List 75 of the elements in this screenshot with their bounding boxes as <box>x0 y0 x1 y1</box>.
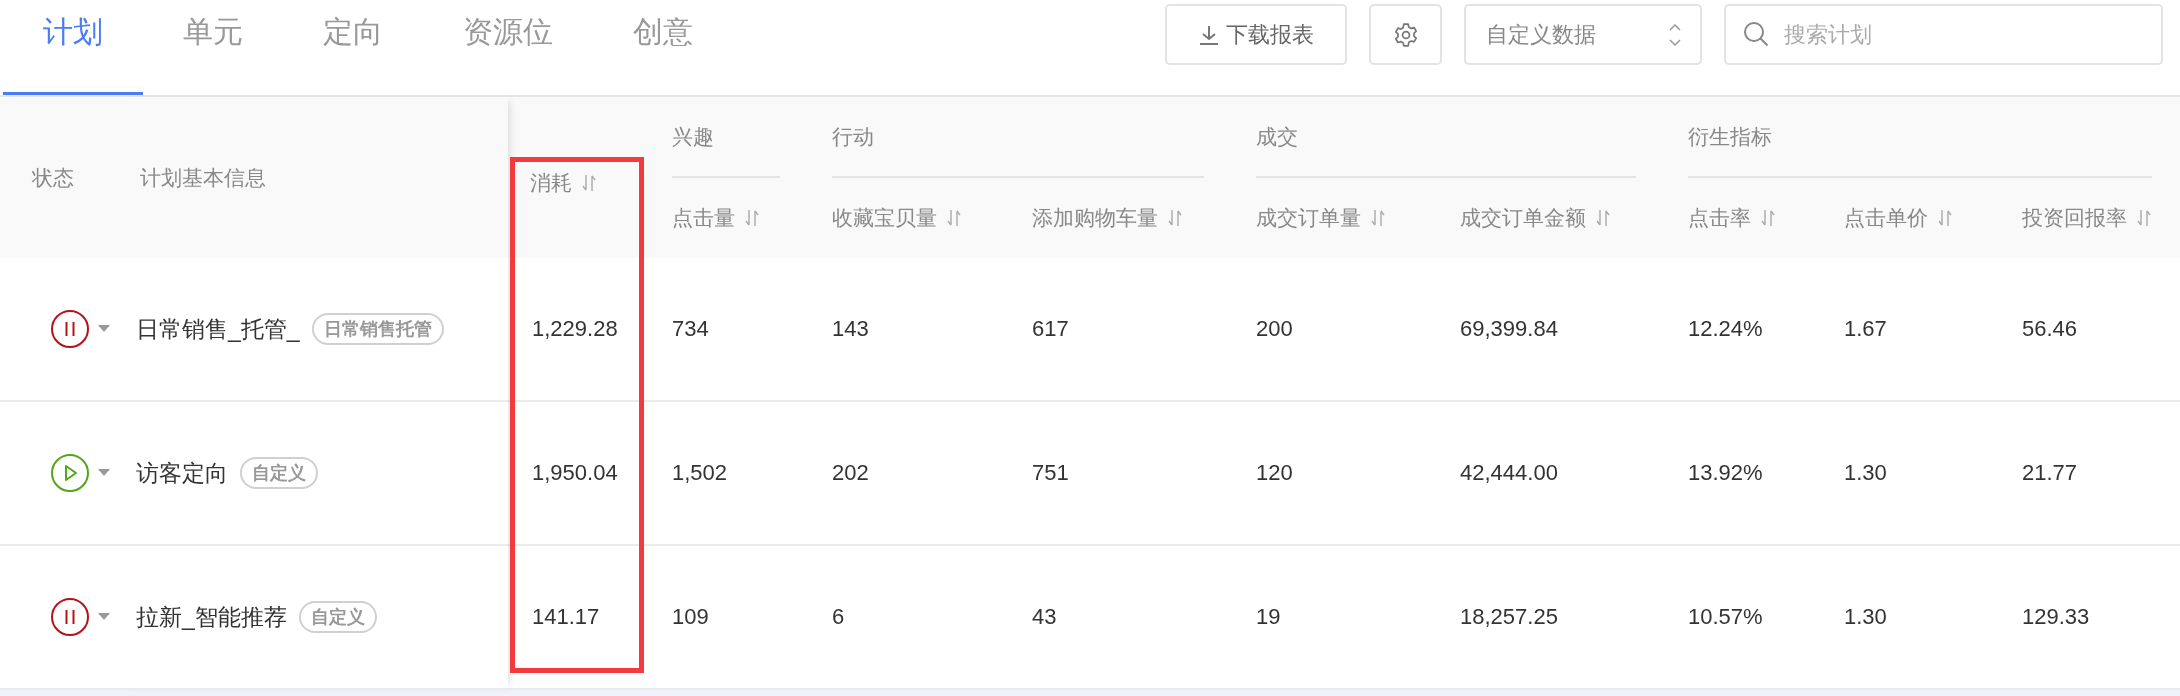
table-cell: 109 <box>672 604 709 630</box>
sort-icon[interactable] <box>947 209 961 227</box>
table-cell: 120 <box>1256 460 1293 486</box>
group-header: 衍生指标 <box>1688 97 2152 178</box>
table-cell: 19 <box>1256 604 1281 630</box>
sort-icon[interactable] <box>2137 209 2151 227</box>
table-cell: 21.77 <box>2022 460 2078 486</box>
table-cell: 1,229.28 <box>532 316 618 342</box>
column-header: 点击单价 <box>1844 205 1928 231</box>
plan-tag: 自定义 <box>298 601 377 633</box>
plan-tag: 日常销售托管 <box>311 313 444 345</box>
chevron-updown-icon <box>1668 21 1682 48</box>
sort-icon[interactable] <box>745 209 759 227</box>
table-cell: 202 <box>832 460 869 486</box>
sort-icon[interactable] <box>1761 209 1775 227</box>
search-field[interactable]: 搜索计划 <box>1724 4 2163 65</box>
table-cell: 1.67 <box>1844 316 1887 342</box>
table-cell: 18,257.25 <box>1460 604 1558 630</box>
settings-button[interactable] <box>1369 4 1442 65</box>
tab[interactable]: 资源位 <box>423 0 593 95</box>
tab[interactable]: 定向 <box>283 0 423 95</box>
column-header: 状态 <box>32 164 74 191</box>
column-header: 添加购物车量 <box>1032 205 1158 231</box>
plan-name[interactable]: 日常销售_托管_ <box>136 313 300 345</box>
search-icon <box>1742 20 1770 48</box>
table-cell: 56.46 <box>2022 316 2078 342</box>
table-cell: 43 <box>1032 604 1057 630</box>
column-header: 点击率 <box>1688 205 1751 231</box>
caret-icon[interactable] <box>98 325 110 333</box>
table-cell: 6 <box>832 604 845 630</box>
group-header: 行动 <box>832 97 1204 178</box>
group-header: 成交 <box>1256 97 1636 178</box>
tab[interactable]: 创意 <box>593 0 733 95</box>
table-cell: 734 <box>672 316 709 342</box>
sort-icon[interactable] <box>1596 209 1610 227</box>
pause-icon[interactable] <box>50 309 90 349</box>
table-cell: 1,950.04 <box>532 460 618 486</box>
table-cell: 141.17 <box>532 604 600 630</box>
table-cell: 1.30 <box>1844 460 1887 486</box>
table-cell: 10.57% <box>1688 604 1763 630</box>
table-cell: 69,399.84 <box>1460 316 1558 342</box>
settings-icon <box>1392 21 1419 48</box>
tab[interactable]: 单元 <box>143 0 283 95</box>
pause-icon[interactable] <box>50 597 90 637</box>
sort-icon[interactable] <box>1371 209 1385 227</box>
sort-icon[interactable] <box>1168 209 1182 227</box>
sort-icon[interactable] <box>1938 209 1952 227</box>
table-cell: 1,502 <box>672 460 728 486</box>
column-header: 成交订单量 <box>1256 205 1361 231</box>
plan-tag: 自定义 <box>240 457 318 489</box>
table-cell: 129.33 <box>2022 604 2090 630</box>
table-cell: 13.92% <box>1688 460 1763 486</box>
sort-icon[interactable] <box>582 173 596 192</box>
table-cell: 1.30 <box>1844 604 1887 630</box>
table-cell: 12.24% <box>1688 316 1763 342</box>
download-icon <box>1198 23 1220 46</box>
caret-icon[interactable] <box>98 469 110 477</box>
table-cell: 617 <box>1032 316 1069 342</box>
download-button[interactable]: 下载报表 <box>1165 4 1347 65</box>
table-cell: 42,444.00 <box>1460 460 1558 486</box>
plan-name[interactable]: 访客定向 <box>136 457 228 489</box>
column-header: 收藏宝贝量 <box>832 205 937 231</box>
group-header: 兴趣 <box>672 97 780 178</box>
table-cell: 200 <box>1256 316 1293 342</box>
play-icon[interactable] <box>50 453 90 493</box>
data-select[interactable]: 自定义数据 <box>1464 4 1702 65</box>
column-header: 点击量 <box>672 205 735 231</box>
column-header: 消耗 <box>530 169 572 196</box>
table-cell: 751 <box>1032 460 1069 486</box>
table-cell: 143 <box>832 316 869 342</box>
column-header: 投资回报率 <box>2022 205 2127 231</box>
caret-icon[interactable] <box>98 613 110 621</box>
column-header: 计划基本信息 <box>140 164 266 191</box>
plan-name[interactable]: 拉新_智能推荐 <box>136 601 287 633</box>
column-header: 成交订单金额 <box>1460 205 1586 231</box>
